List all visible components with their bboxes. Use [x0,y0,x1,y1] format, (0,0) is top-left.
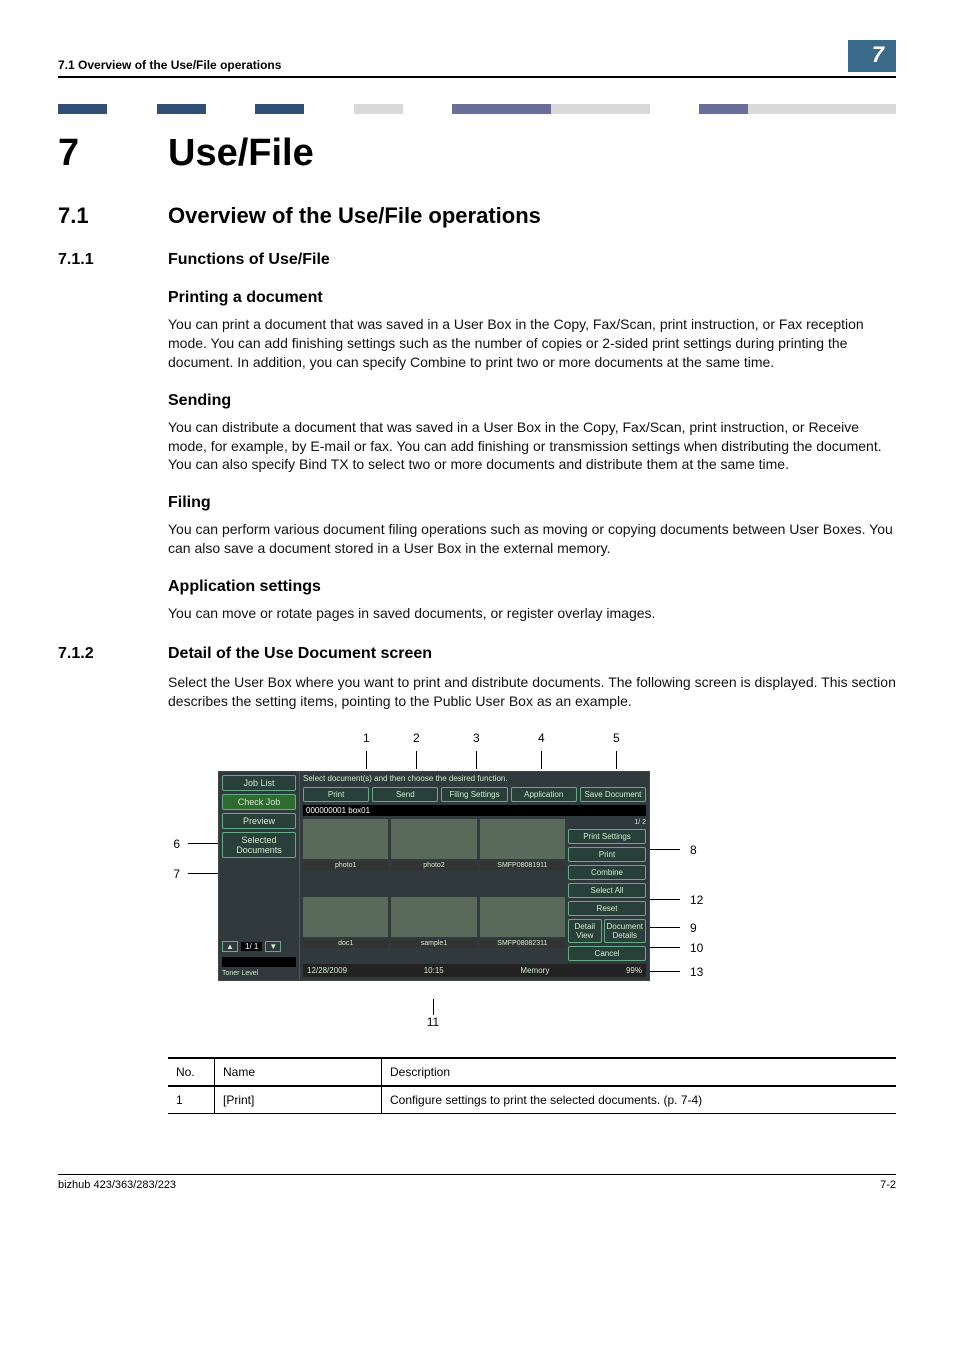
combine-button[interactable]: Combine [568,865,646,880]
callout-9: 9 [690,921,697,935]
right-pager-value: 1/ 2 [568,819,646,826]
thumbnail-label: photo2 [391,861,476,870]
running-header-right: 7 [848,40,896,72]
use-document-screen-figure: 1 2 3 4 5 6 7 Job List Check Job P [168,731,896,1029]
section-7-1-title: Overview of the Use/File operations [168,203,541,229]
chapter-number: 7 [58,132,128,175]
paragraph-7-1-2: Select the User Box where you want to pr… [168,673,896,711]
thumbnail-smfp2[interactable]: SMFP08082311 [480,897,565,937]
callout-1: 1 [363,731,370,745]
settings-description-table: No. Name Description 1 [Print] Configure… [168,1057,896,1114]
thumbnail-label: SMFP08082311 [480,939,565,948]
left-pager-value: 1/ 1 [241,942,262,951]
thumbnail-doc1[interactable]: doc1 [303,897,388,937]
section-7-1-1-number: 7.1.1 [58,251,128,269]
tab-print[interactable]: Print [303,787,369,802]
callout-11: 11 [427,1015,439,1029]
heading-printing-a-document: Printing a document [168,289,896,307]
detail-view-button[interactable]: Detail View [568,919,602,943]
paragraph-application-settings: You can move or rotate pages in saved do… [168,604,896,623]
thumbnail-label: photo1 [303,861,388,870]
paragraph-printing: You can print a document that was saved … [168,315,896,372]
running-header-left: 7.1 Overview of the Use/File operations [58,58,281,72]
decorative-color-bar [58,104,896,114]
screen-message: Select document(s) and then choose the d… [303,775,646,784]
table-header-name: Name [215,1058,382,1086]
callout-13: 13 [690,965,703,979]
status-date: 12/28/2009 [307,966,347,975]
toner-level-label: Toner Level [222,970,296,977]
chapter-title: Use/File [168,132,314,175]
section-7-1-2-number: 7.1.2 [58,645,128,663]
paragraph-sending: You can distribute a document that was s… [168,418,896,475]
device-screen: Job List Check Job Preview Selected Docu… [218,771,650,981]
selected-documents-button[interactable]: Selected Documents [222,832,296,858]
callout-6: 6 [173,837,180,851]
table-cell-desc: Configure settings to print the selected… [382,1086,897,1114]
left-pager-down-icon[interactable]: ▼ [265,941,281,952]
status-memory-percent: 99% [626,966,642,975]
heading-sending: Sending [168,392,896,410]
callout-8: 8 [690,843,697,857]
status-memory-label: Memory [520,966,549,975]
table-header-no: No. [168,1058,215,1086]
table-row: 1 [Print] Configure settings to print th… [168,1086,896,1114]
running-footer-rule [58,1174,896,1175]
heading-application-settings: Application settings [168,578,896,596]
job-list-button[interactable]: Job List [222,775,296,791]
status-time: 10:15 [424,966,444,975]
thumbnail-photo1[interactable]: photo1 [303,819,388,859]
section-7-1-number: 7.1 [58,203,128,229]
thumbnail-sample1[interactable]: sample1 [391,897,476,937]
print-button[interactable]: Print [568,847,646,862]
table-cell-name: [Print] [215,1086,382,1114]
table-header-description: Description [382,1058,897,1086]
running-header-rule [58,76,896,78]
reset-button[interactable]: Reset [568,901,646,916]
select-all-button[interactable]: Select All [568,883,646,898]
callout-2: 2 [413,731,420,745]
callout-4: 4 [538,731,545,745]
section-7-1-1-title: Functions of Use/File [168,251,330,269]
check-job-button[interactable]: Check Job [222,794,296,810]
paragraph-filing: You can perform various document filing … [168,520,896,558]
table-cell-no: 1 [168,1086,215,1114]
thumbnail-photo2[interactable]: photo2 [391,819,476,859]
tab-application[interactable]: Application [511,787,577,802]
callout-12: 12 [690,893,703,907]
callout-10: 10 [690,941,703,955]
cancel-button[interactable]: Cancel [568,946,646,961]
tab-save-document[interactable]: Save Document [580,787,646,802]
left-pager-up-icon[interactable]: ▲ [222,941,238,952]
callout-3: 3 [473,731,480,745]
running-footer-right: 7-2 [880,1179,896,1191]
print-settings-button[interactable]: Print Settings [568,829,646,844]
preview-button[interactable]: Preview [222,813,296,829]
thumbnail-label: sample1 [391,939,476,948]
section-7-1-2-title: Detail of the Use Document screen [168,645,432,663]
thumbnail-label: SMFP08081911 [480,861,565,870]
heading-filing: Filing [168,494,896,512]
tab-send[interactable]: Send [372,787,438,802]
running-footer-left: bizhub 423/363/283/223 [58,1179,176,1191]
callout-5: 5 [613,731,620,745]
thumbnail-label: doc1 [303,939,388,948]
user-box-id-label: 000000001 box01 [303,805,646,816]
document-details-button[interactable]: Document Details [604,919,646,943]
callout-7: 7 [173,867,180,881]
tab-filing-settings[interactable]: Filing Settings [441,787,507,802]
thumbnail-smfp1[interactable]: SMFP08081911 [480,819,565,859]
